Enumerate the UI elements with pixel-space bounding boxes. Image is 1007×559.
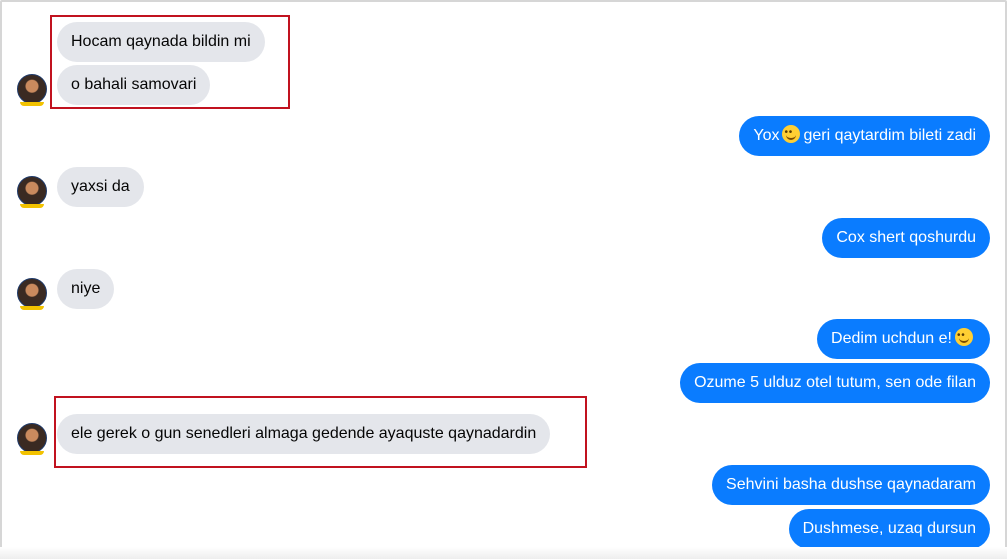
sent-message[interactable]: Dushmese, uzaq dursun	[788, 509, 990, 549]
received-message[interactable]: niye	[57, 269, 115, 309]
sent-message-text: Dedim uchdun e!	[831, 330, 952, 347]
chat-window: Hocam qaynada bildin mi o bahali samovar…	[0, 0, 1007, 559]
sent-message[interactable]: Sehvini basha dushse qaynadaram	[712, 465, 990, 505]
sent-message[interactable]: Ozume 5 ulduz otel tutum, sen ode filan	[680, 363, 990, 403]
received-message[interactable]: Hocam qaynada bildin mi	[57, 22, 265, 62]
received-message[interactable]: o bahali samovari	[57, 65, 211, 105]
sent-message[interactable]: Dedim uchdun e!	[817, 316, 990, 359]
sent-message[interactable]: Cox shert qoshurdu	[822, 218, 990, 258]
smile-emoji-icon	[955, 316, 973, 356]
received-message[interactable]: yaxsi da	[57, 167, 144, 207]
avatar[interactable]	[17, 278, 47, 310]
avatar[interactable]	[17, 74, 47, 106]
sent-message-text: geri qaytardim bileti zadi	[803, 127, 976, 144]
received-message[interactable]: ele gerek o gun senedleri almaga gedende…	[57, 414, 551, 454]
sent-message[interactable]: Yox geri qaytardim bileti zadi	[739, 113, 990, 156]
sent-message-text: Yox	[753, 127, 780, 144]
avatar[interactable]	[17, 176, 47, 208]
avatar[interactable]	[17, 423, 47, 455]
window-bottom-edge	[0, 547, 1007, 559]
smile-emoji-icon	[782, 113, 801, 153]
